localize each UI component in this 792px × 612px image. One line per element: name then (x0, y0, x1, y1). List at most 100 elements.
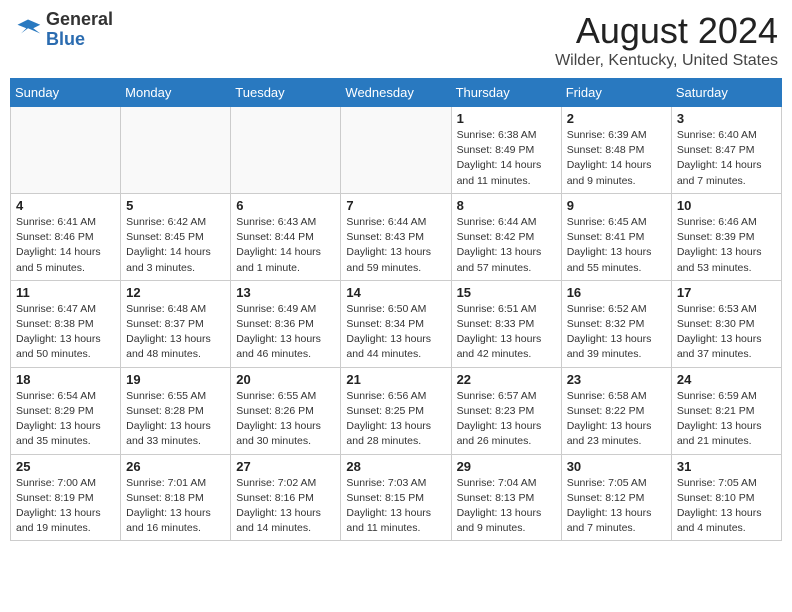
logo-icon (14, 16, 42, 44)
day-number: 9 (567, 198, 666, 213)
calendar-cell: 23 Sunrise: 6:58 AM Sunset: 8:22 PM Dayli… (561, 367, 671, 454)
day-info: Sunrise: 7:03 AM Sunset: 8:15 PM Dayligh… (346, 476, 445, 537)
day-info: Sunrise: 6:44 AM Sunset: 8:43 PM Dayligh… (346, 215, 445, 276)
day-info: Sunrise: 6:40 AM Sunset: 8:47 PM Dayligh… (677, 128, 776, 189)
day-number: 12 (126, 285, 225, 300)
main-title: August 2024 (555, 10, 778, 52)
day-info: Sunrise: 6:44 AM Sunset: 8:42 PM Dayligh… (457, 215, 556, 276)
day-number: 6 (236, 198, 335, 213)
week-row-2: 11Sunrise: 6:47 AM Sunset: 8:38 PM Dayli… (11, 280, 782, 367)
day-number: 21 (346, 372, 445, 387)
calendar-cell: 30 Sunrise: 7:05 AM Sunset: 8:12 PM Dayli… (561, 454, 671, 541)
day-number: 29 (457, 459, 556, 474)
day-info: Sunrise: 6:38 AM Sunset: 8:49 PM Dayligh… (457, 128, 556, 189)
day-info: Sunrise: 6:51 AM Sunset: 8:33 PM Dayligh… (457, 302, 556, 363)
day-number: 30 (567, 459, 666, 474)
calendar-cell: 25Sunrise: 7:00 AM Sunset: 8:19 PM Dayli… (11, 454, 121, 541)
day-number: 26 (126, 459, 225, 474)
day-number: 31 (677, 459, 776, 474)
day-info: Sunrise: 7:02 AM Sunset: 8:16 PM Dayligh… (236, 476, 335, 537)
calendar-cell: 14 Sunrise: 6:50 AM Sunset: 8:34 PM Dayli… (341, 280, 451, 367)
day-number: 24 (677, 372, 776, 387)
day-info: Sunrise: 6:59 AM Sunset: 8:21 PM Dayligh… (677, 389, 776, 450)
day-number: 1 (457, 111, 556, 126)
day-info: Sunrise: 6:52 AM Sunset: 8:32 PM Dayligh… (567, 302, 666, 363)
calendar-header-friday: Friday (561, 79, 671, 107)
calendar-header-wednesday: Wednesday (341, 79, 451, 107)
calendar-cell (231, 107, 341, 194)
calendar-cell: 4Sunrise: 6:41 AM Sunset: 8:46 PM Daylig… (11, 193, 121, 280)
calendar-cell: 7 Sunrise: 6:44 AM Sunset: 8:43 PM Daylig… (341, 193, 451, 280)
day-info: Sunrise: 7:05 AM Sunset: 8:10 PM Dayligh… (677, 476, 776, 537)
day-info: Sunrise: 6:46 AM Sunset: 8:39 PM Dayligh… (677, 215, 776, 276)
calendar-cell: 24 Sunrise: 6:59 AM Sunset: 8:21 PM Dayli… (671, 367, 781, 454)
calendar-cell (121, 107, 231, 194)
day-info: Sunrise: 6:50 AM Sunset: 8:34 PM Dayligh… (346, 302, 445, 363)
day-info: Sunrise: 6:39 AM Sunset: 8:48 PM Dayligh… (567, 128, 666, 189)
day-number: 13 (236, 285, 335, 300)
day-info: Sunrise: 6:58 AM Sunset: 8:22 PM Dayligh… (567, 389, 666, 450)
calendar-cell: 9 Sunrise: 6:45 AM Sunset: 8:41 PM Daylig… (561, 193, 671, 280)
day-number: 23 (567, 372, 666, 387)
day-number: 7 (346, 198, 445, 213)
title-area: August 2024 Wilder, Kentucky, United Sta… (555, 10, 778, 70)
week-row-0: 1 Sunrise: 6:38 AM Sunset: 8:49 PM Daylig… (11, 107, 782, 194)
calendar-cell: 3 Sunrise: 6:40 AM Sunset: 8:47 PM Daylig… (671, 107, 781, 194)
calendar-cell: 2 Sunrise: 6:39 AM Sunset: 8:48 PM Daylig… (561, 107, 671, 194)
day-info: Sunrise: 6:53 AM Sunset: 8:30 PM Dayligh… (677, 302, 776, 363)
day-number: 22 (457, 372, 556, 387)
calendar-cell: 10Sunrise: 6:46 AM Sunset: 8:39 PM Dayli… (671, 193, 781, 280)
subtitle: Wilder, Kentucky, United States (555, 52, 778, 70)
calendar-cell: 8 Sunrise: 6:44 AM Sunset: 8:42 PM Daylig… (451, 193, 561, 280)
day-number: 4 (16, 198, 115, 213)
calendar-cell: 22 Sunrise: 6:57 AM Sunset: 8:23 PM Dayli… (451, 367, 561, 454)
day-info: Sunrise: 6:56 AM Sunset: 8:25 PM Dayligh… (346, 389, 445, 450)
calendar-cell: 12Sunrise: 6:48 AM Sunset: 8:37 PM Dayli… (121, 280, 231, 367)
calendar-cell: 1 Sunrise: 6:38 AM Sunset: 8:49 PM Daylig… (451, 107, 561, 194)
calendar-cell: 16 Sunrise: 6:52 AM Sunset: 8:32 PM Dayli… (561, 280, 671, 367)
logo-text: General Blue (46, 10, 113, 50)
day-info: Sunrise: 6:55 AM Sunset: 8:26 PM Dayligh… (236, 389, 335, 450)
day-number: 15 (457, 285, 556, 300)
day-info: Sunrise: 6:57 AM Sunset: 8:23 PM Dayligh… (457, 389, 556, 450)
week-row-4: 25Sunrise: 7:00 AM Sunset: 8:19 PM Dayli… (11, 454, 782, 541)
calendar: SundayMondayTuesdayWednesdayThursdayFrid… (10, 78, 782, 541)
calendar-header-saturday: Saturday (671, 79, 781, 107)
day-info: Sunrise: 7:04 AM Sunset: 8:13 PM Dayligh… (457, 476, 556, 537)
calendar-cell: 11Sunrise: 6:47 AM Sunset: 8:38 PM Dayli… (11, 280, 121, 367)
day-number: 20 (236, 372, 335, 387)
day-number: 18 (16, 372, 115, 387)
calendar-cell: 13 Sunrise: 6:49 AM Sunset: 8:36 PM Dayli… (231, 280, 341, 367)
day-number: 27 (236, 459, 335, 474)
day-number: 14 (346, 285, 445, 300)
day-info: Sunrise: 6:45 AM Sunset: 8:41 PM Dayligh… (567, 215, 666, 276)
day-info: Sunrise: 6:43 AM Sunset: 8:44 PM Dayligh… (236, 215, 335, 276)
calendar-header-sunday: Sunday (11, 79, 121, 107)
calendar-cell: 5Sunrise: 6:42 AM Sunset: 8:45 PM Daylig… (121, 193, 231, 280)
calendar-cell: 28Sunrise: 7:03 AM Sunset: 8:15 PM Dayli… (341, 454, 451, 541)
calendar-cell (341, 107, 451, 194)
day-info: Sunrise: 7:01 AM Sunset: 8:18 PM Dayligh… (126, 476, 225, 537)
day-number: 3 (677, 111, 776, 126)
day-info: Sunrise: 6:49 AM Sunset: 8:36 PM Dayligh… (236, 302, 335, 363)
week-row-1: 4Sunrise: 6:41 AM Sunset: 8:46 PM Daylig… (11, 193, 782, 280)
day-number: 16 (567, 285, 666, 300)
calendar-cell: 21 Sunrise: 6:56 AM Sunset: 8:25 PM Dayli… (341, 367, 451, 454)
calendar-cell: 29 Sunrise: 7:04 AM Sunset: 8:13 PM Dayli… (451, 454, 561, 541)
logo: General Blue (14, 10, 113, 50)
day-info: Sunrise: 6:55 AM Sunset: 8:28 PM Dayligh… (126, 389, 225, 450)
header: General Blue August 2024 Wilder, Kentuck… (10, 10, 782, 70)
calendar-header-row: SundayMondayTuesdayWednesdayThursdayFrid… (11, 79, 782, 107)
week-row-3: 18Sunrise: 6:54 AM Sunset: 8:29 PM Dayli… (11, 367, 782, 454)
day-number: 8 (457, 198, 556, 213)
calendar-cell: 26 Sunrise: 7:01 AM Sunset: 8:18 PM Dayli… (121, 454, 231, 541)
calendar-cell: 18Sunrise: 6:54 AM Sunset: 8:29 PM Dayli… (11, 367, 121, 454)
day-info: Sunrise: 6:42 AM Sunset: 8:45 PM Dayligh… (126, 215, 225, 276)
day-number: 2 (567, 111, 666, 126)
calendar-cell: 27 Sunrise: 7:02 AM Sunset: 8:16 PM Dayli… (231, 454, 341, 541)
day-number: 25 (16, 459, 115, 474)
day-number: 11 (16, 285, 115, 300)
day-info: Sunrise: 7:05 AM Sunset: 8:12 PM Dayligh… (567, 476, 666, 537)
calendar-header-tuesday: Tuesday (231, 79, 341, 107)
calendar-cell: 6 Sunrise: 6:43 AM Sunset: 8:44 PM Daylig… (231, 193, 341, 280)
